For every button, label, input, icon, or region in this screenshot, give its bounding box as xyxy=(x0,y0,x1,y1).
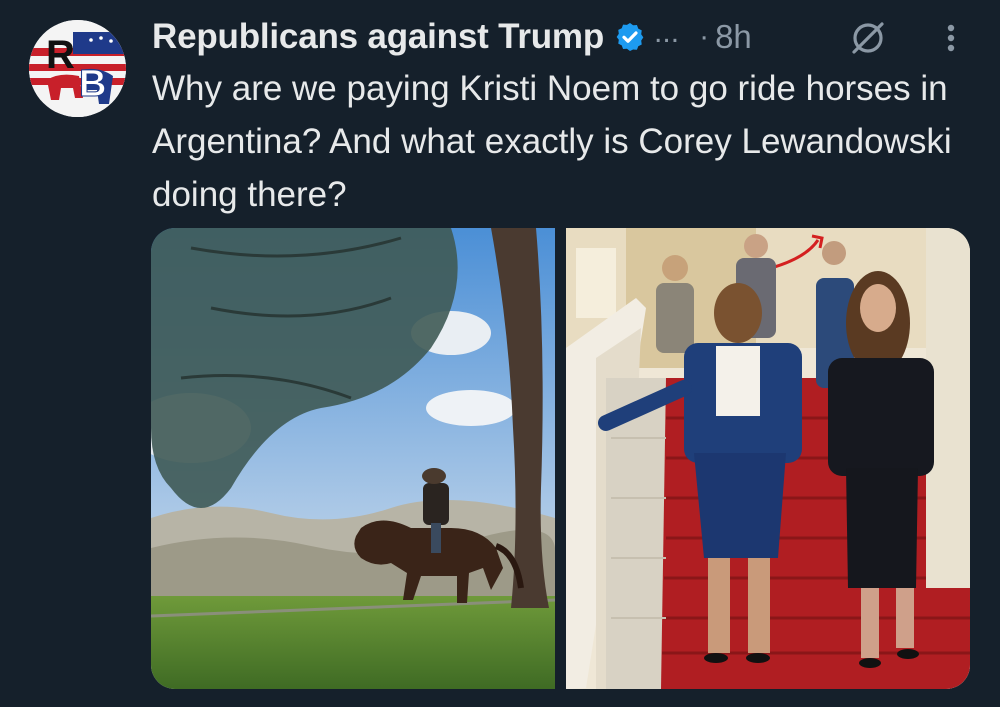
horse-ride-photo[interactable] xyxy=(151,228,555,689)
grok-icon[interactable] xyxy=(848,18,888,58)
avatar-initial-b: B xyxy=(79,63,106,105)
time-separator: · xyxy=(699,20,710,53)
verified-badge-icon[interactable] xyxy=(614,21,646,53)
tweet-media xyxy=(151,228,970,689)
tweet-header: Republicans against Trump ... · 8h xyxy=(152,14,752,60)
tweet-timestamp[interactable]: 8h xyxy=(715,18,752,56)
avatar-initial-r: R xyxy=(46,33,75,77)
tweet-text: Why are we paying Kristi Noem to go ride… xyxy=(152,69,952,214)
more-vertical-icon[interactable] xyxy=(936,18,966,58)
truncation-ellipsis: ... xyxy=(654,16,680,49)
staircase-photo[interactable] xyxy=(566,228,970,689)
author-name[interactable]: Republicans against Trump xyxy=(152,17,604,57)
author-avatar[interactable]: R B xyxy=(29,20,126,117)
